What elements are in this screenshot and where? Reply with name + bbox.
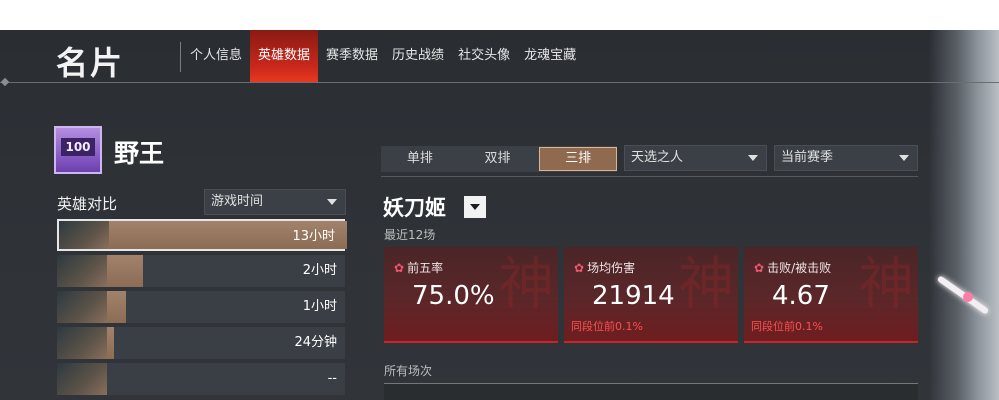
hero-playtime: 1小时: [302, 299, 337, 314]
hero-avatar: [57, 363, 107, 395]
hero-playtime: 24分钟: [294, 335, 337, 350]
stat-label-text: 场均伤害: [587, 261, 636, 275]
stat-card-kd: 神 ✿ 击败/被击败 4.67 同段位前0.1%: [744, 247, 918, 343]
recent-matches-label: 最近12场: [384, 228, 436, 242]
playtime-bar: [107, 327, 115, 359]
ornament-decoration: [963, 292, 973, 302]
stat-label: ✿ 前五率: [394, 259, 443, 276]
sort-select[interactable]: 游戏时间: [204, 189, 346, 215]
hero-avatar: [57, 291, 107, 323]
hero-playtime: 13小时: [292, 229, 335, 244]
tab-bar: 个人信息 英雄数据 赛季数据 历史战绩 社交头像 龙魂宝藏: [184, 30, 582, 82]
hero-avatar: [57, 255, 107, 287]
tab-season-data[interactable]: 赛季数据: [320, 30, 384, 82]
chevron-down-icon: [327, 199, 337, 205]
compare-title: 英雄对比: [57, 195, 118, 213]
playtime-bar: [107, 255, 143, 287]
stat-label-text: 前五率: [407, 261, 444, 275]
rank-badge-value: 100: [61, 138, 95, 156]
page-title: 名片: [56, 44, 125, 82]
player-name: 野王: [114, 139, 165, 168]
mode-solo-button[interactable]: 单排: [381, 146, 459, 172]
character-art: [929, 30, 999, 400]
hero-compare-list: 13小时 2小时 1小时 24分钟 --: [57, 219, 347, 399]
header-divider: [0, 82, 999, 83]
mode-trio-button[interactable]: 三排: [539, 147, 617, 171]
game-mode-select-value: 天选之人: [631, 150, 684, 165]
tab-dragon-treasure[interactable]: 龙魂宝藏: [518, 30, 582, 82]
all-matches-panel: [384, 383, 918, 400]
season-select-value: 当前赛季: [781, 150, 834, 165]
stat-label-text: 击败/被击败: [767, 261, 832, 275]
game-mode-select[interactable]: 天选之人: [624, 145, 767, 171]
stat-value: 4.67: [772, 281, 830, 311]
stat-value: 75.0%: [412, 281, 495, 311]
mode-selector: 单排 双排 三排: [381, 146, 617, 172]
stat-value: 21914: [592, 281, 675, 311]
playtime-bar: [107, 291, 127, 323]
hero-playtime: --: [327, 371, 337, 386]
stat-rank: 同段位前0.1%: [751, 320, 823, 333]
app-window: 名片 个人信息 英雄数据 赛季数据 历史战绩 社交头像 龙魂宝藏 100 野王 …: [0, 30, 999, 400]
stat-label: ✿ 击败/被击败: [754, 259, 831, 276]
hero-row[interactable]: --: [57, 363, 345, 395]
hero-row[interactable]: 24分钟: [57, 327, 345, 359]
watermark: 神: [858, 252, 914, 317]
hero-row[interactable]: 13小时: [57, 219, 347, 251]
chevron-down-icon: [748, 155, 758, 161]
watermark: 神: [498, 252, 554, 317]
tab-personal-info[interactable]: 个人信息: [184, 30, 248, 82]
stat-label: ✿ 场均伤害: [574, 259, 635, 276]
hero-select-button[interactable]: [464, 196, 486, 218]
stat-card-damage: 神 ✿ 场均伤害 21914 同段位前0.1%: [564, 247, 738, 343]
tab-hero-data[interactable]: 英雄数据: [250, 30, 319, 82]
section-divider: [381, 176, 918, 177]
hero-name: 妖刀姬: [383, 196, 446, 220]
title-divider: [180, 42, 181, 72]
hero-playtime: 2小时: [302, 263, 337, 278]
star-icon: ✿: [754, 261, 765, 275]
hero-avatar: [59, 221, 109, 249]
star-icon: ✿: [394, 261, 405, 275]
sort-select-value: 游戏时间: [211, 194, 264, 209]
rank-badge: 100: [54, 126, 102, 174]
hero-row[interactable]: 2小时: [57, 255, 345, 287]
chevron-down-icon: [899, 155, 909, 161]
hero-avatar: [57, 327, 107, 359]
star-icon: ✿: [574, 261, 585, 275]
season-select[interactable]: 当前赛季: [774, 145, 918, 171]
mode-duo-button[interactable]: 双排: [459, 146, 537, 172]
tab-match-history[interactable]: 历史战绩: [386, 30, 450, 82]
chevron-down-icon: [470, 204, 480, 210]
hero-row[interactable]: 1小时: [57, 291, 345, 323]
stat-card-top5: 神 ✿ 前五率 75.0%: [384, 247, 558, 343]
stat-rank: 同段位前0.1%: [571, 320, 643, 333]
tab-social-avatar[interactable]: 社交头像: [452, 30, 516, 82]
all-matches-label: 所有场次: [384, 364, 433, 378]
watermark: 神: [678, 252, 734, 317]
header: 名片 个人信息 英雄数据 赛季数据 历史战绩 社交头像 龙魂宝藏: [0, 30, 999, 82]
